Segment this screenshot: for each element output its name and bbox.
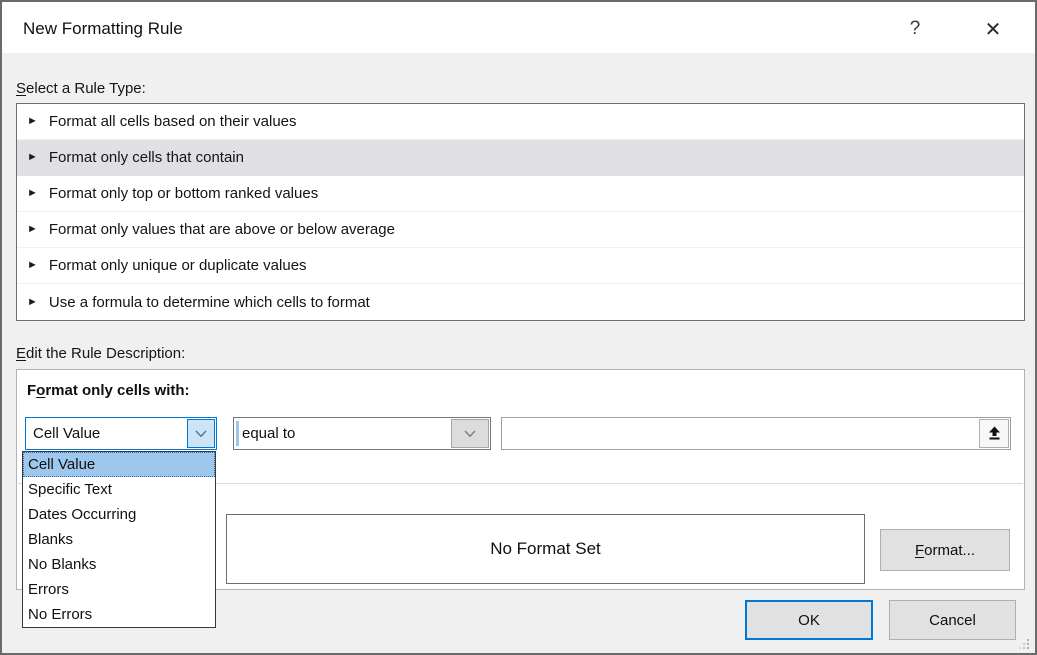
help-button[interactable]: ? [898,15,932,43]
rule-type-label: Use a formula to determine which cells t… [49,294,370,311]
rule-type-label: Format only cells that contain [49,149,244,166]
format-button-label: Format... [915,542,975,559]
collapse-dialog-button[interactable] [979,419,1009,448]
close-button[interactable]: ✕ [976,15,1010,43]
format-preview-text: No Format Set [490,539,601,559]
rule-type-item-top-bottom-ranked[interactable]: ► Format only top or bottom ranked value… [17,176,1024,212]
right-pointer-icon: ► [27,297,38,308]
dropdown-item-no-errors[interactable]: No Errors [23,602,215,627]
rule-type-item-use-formula[interactable]: ► Use a formula to determine which cells… [17,284,1024,320]
rule-value-input[interactable] [503,419,973,448]
rule-type-label: Format all cells based on their values [49,113,297,130]
right-pointer-icon: ► [27,116,38,127]
rule-value-field [501,417,1011,450]
dropdown-item-no-blanks[interactable]: No Blanks [23,552,215,577]
titlebar[interactable]: New Formatting Rule ? ✕ [2,2,1035,53]
cell-value-combobox[interactable]: Cell Value [25,417,217,450]
help-icon: ? [910,18,921,40]
operator-combobox-value: equal to [242,418,295,449]
operator-combobox-dropdown-button[interactable] [451,419,489,448]
right-pointer-icon: ► [27,224,38,235]
right-pointer-icon: ► [27,188,38,199]
right-pointer-icon: ► [27,260,38,271]
cell-value-combobox-dropdown-button[interactable] [187,419,215,448]
resize-grip[interactable] [1017,637,1030,650]
select-rule-type-label: Select a Rule Type: [16,80,146,97]
chevron-down-icon [464,430,476,438]
format-button[interactable]: Format... [880,529,1010,571]
cell-value-combobox-value: Cell Value [33,418,100,449]
cell-value-dropdown-list: Cell Value Specific Text Dates Occurring… [22,451,216,628]
dropdown-item-cell-value[interactable]: Cell Value [23,452,215,477]
rule-type-label: Format only top or bottom ranked values [49,185,318,202]
rule-type-item-format-all-cells[interactable]: ► Format all cells based on their values [17,104,1024,140]
chevron-down-icon [195,430,207,438]
rule-type-item-above-below-average[interactable]: ► Format only values that are above or b… [17,212,1024,248]
rule-type-listbox: ► Format all cells based on their values… [16,103,1025,321]
dropdown-item-errors[interactable]: Errors [23,577,215,602]
collapse-dialog-icon [987,426,1002,441]
dropdown-item-blanks[interactable]: Blanks [23,527,215,552]
new-formatting-rule-dialog: New Formatting Rule ? ✕ Select a Rule Ty… [0,0,1037,655]
rule-type-item-unique-duplicate[interactable]: ► Format only unique or duplicate values [17,248,1024,284]
dropdown-item-dates-occurring[interactable]: Dates Occurring [23,502,215,527]
rule-type-item-format-only-cells-that-contain[interactable]: ► Format only cells that contain [17,140,1024,176]
format-only-cells-with-label: Format only cells with: [27,382,190,399]
rule-type-label: Format only unique or duplicate values [49,257,307,274]
ok-button[interactable]: OK [745,600,873,640]
close-icon: ✕ [985,17,1002,42]
operator-combobox[interactable]: equal to [233,417,491,450]
right-pointer-icon: ► [27,152,38,163]
cancel-button[interactable]: Cancel [889,600,1016,640]
ok-button-label: OK [798,612,820,629]
cancel-button-label: Cancel [929,612,976,629]
format-preview-box: No Format Set [226,514,865,584]
edit-rule-description-label: Edit the Rule Description: [16,345,185,362]
text-caret [236,421,239,446]
rule-type-label: Format only values that are above or bel… [49,221,395,238]
dropdown-item-specific-text[interactable]: Specific Text [23,477,215,502]
dialog-title: New Formatting Rule [23,19,183,39]
